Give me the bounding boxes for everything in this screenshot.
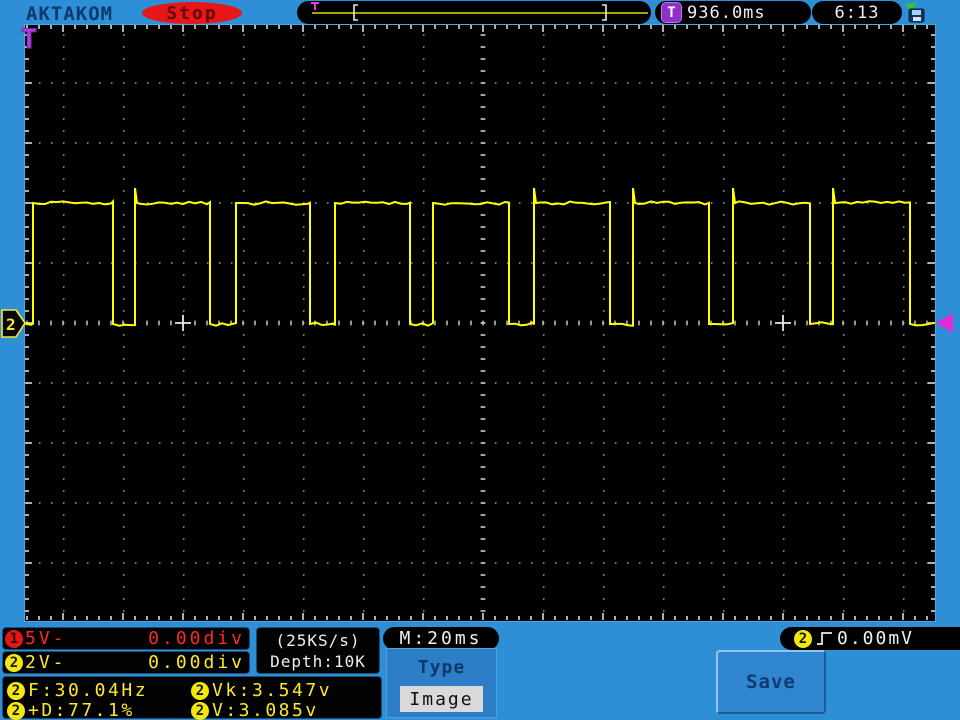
save-button-label: Save — [746, 671, 796, 693]
measurement-ch-badge: 2 — [7, 681, 25, 700]
trigger-source-badge: 2 — [794, 629, 812, 648]
run-state-label: Stop — [166, 2, 218, 24]
sample-rate: (25KS/s) — [275, 630, 361, 650]
softmenu-selected-value[interactable]: Image — [400, 686, 483, 712]
measurement-value: Vk:3.547v — [212, 680, 333, 701]
rising-edge-icon — [817, 632, 832, 645]
measurement-vk: 2 Vk:3.547v — [191, 680, 332, 701]
clock-pill: 6:13 — [812, 1, 902, 24]
channel1-offset: 0.00div — [148, 628, 245, 649]
channel1-badge: 1 — [5, 629, 23, 648]
channel2-badge: 2 — [5, 653, 23, 672]
svg-text:2: 2 — [6, 315, 16, 334]
trigger-level-arrow — [936, 313, 953, 333]
timebase-value: M:20ms — [399, 628, 483, 649]
channel2-position-marker: 2 — [1, 309, 26, 338]
channel1-scale: 5V- — [25, 628, 67, 649]
trigger-time-pill: T 936.0ms — [655, 1, 811, 24]
measurement-ch-badge: 2 — [7, 701, 25, 720]
memory-depth: Depth:10K — [270, 651, 366, 671]
usb-disk-icon — [905, 3, 925, 23]
clock-value: 6:13 — [834, 2, 880, 23]
softmenu-type-panel: Type Image — [386, 648, 497, 718]
measurement-ch-badge: 2 — [191, 681, 209, 700]
brand-logo: AKTAKOM — [26, 3, 114, 25]
save-button[interactable]: Save — [716, 650, 826, 714]
channel2-offset: 0.00div — [148, 652, 245, 673]
measurement-value: V:3.085v — [212, 700, 319, 720]
trigger-time-value: 936.0ms — [687, 2, 766, 23]
measurement-frequency: 2 F:30.04Hz — [7, 680, 148, 701]
softmenu-title: Type — [417, 657, 466, 678]
measurement-duty: 2 +D:77.1% — [7, 700, 135, 720]
oscilloscope-screen: AKTAKOM Stop T 936.0ms 6:13 1 5V- 0.00di… — [0, 0, 960, 720]
timebase-pill: M:20ms — [383, 627, 499, 650]
channel2-scale: 2V- — [25, 652, 67, 673]
trigger-t-badge: T — [661, 2, 682, 23]
measurement-value: +D:77.1% — [28, 700, 135, 720]
trigger-position-bar — [297, 1, 651, 24]
run-state-button[interactable]: Stop — [142, 2, 242, 24]
channel1-status-row: 1 5V- 0.00div — [2, 627, 250, 650]
acquisition-panel: (25KS/s) Depth:10K — [256, 627, 380, 674]
trigger-level-pill: 2 0.00mV — [780, 627, 960, 650]
measurement-ch-badge: 2 — [191, 701, 209, 720]
measurements-panel: 2 F:30.04Hz 2 Vk:3.547v 2 +D:77.1% 2 V:3… — [2, 676, 382, 720]
waveform-display — [24, 24, 936, 622]
channel2-status-row: 2 2V- 0.00div — [2, 651, 250, 674]
trigger-level-value: 0.00mV — [837, 628, 915, 649]
measurement-value: F:30.04Hz — [28, 680, 149, 701]
measurement-v: 2 V:3.085v — [191, 700, 319, 720]
